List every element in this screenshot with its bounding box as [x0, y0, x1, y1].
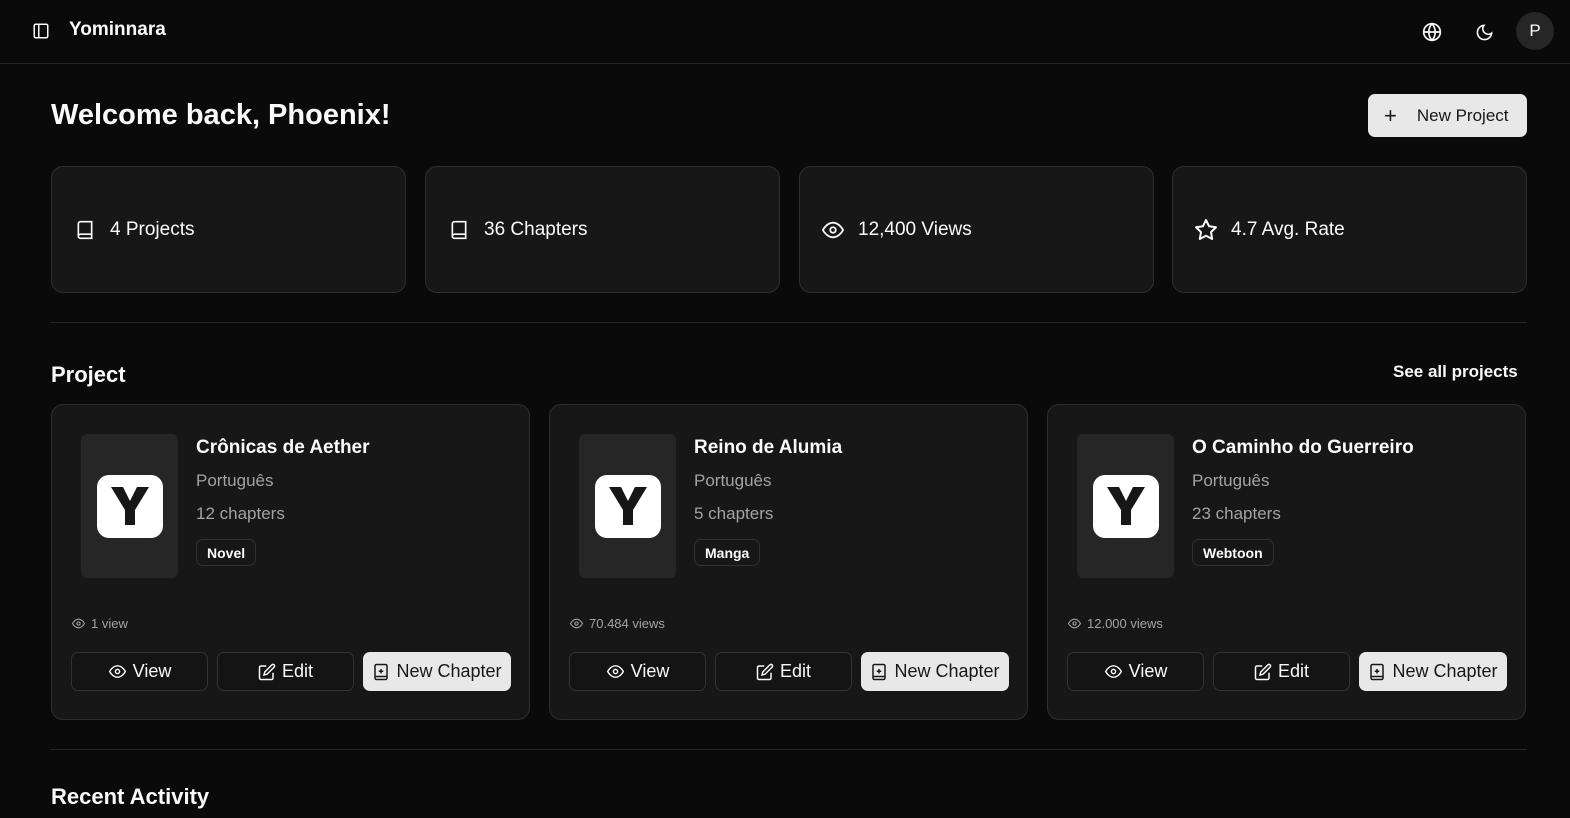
section-title-recent-activity: Recent Activity [51, 784, 210, 809]
edit-button[interactable]: Edit [715, 652, 852, 691]
app-name: Yominnara [69, 19, 166, 40]
project-chapter-count: 12 chapters [196, 504, 285, 523]
project-type-badge: Manga [694, 539, 761, 566]
view-button[interactable]: View [569, 652, 706, 691]
edit-icon [258, 663, 276, 680]
eye-icon [821, 218, 845, 242]
project-card: Reino de Alumia Português 5 chapters Man… [549, 404, 1028, 720]
book-plus-icon [374, 663, 389, 680]
see-all-projects-link[interactable]: See all projects [1393, 362, 1518, 382]
views-label: 1 view [91, 616, 128, 631]
moon-icon[interactable] [1468, 16, 1500, 48]
views-label: 12.000 views [1087, 616, 1163, 631]
view-label: View [132, 661, 172, 681]
eye-icon [1067, 618, 1082, 629]
new-chapter-label: New Chapter [1392, 661, 1498, 681]
new-chapter-button[interactable]: New Chapter [861, 652, 1009, 691]
book-plus-icon [872, 663, 887, 680]
project-cover [579, 434, 676, 578]
stat-card-chapters: 36 Chapters [425, 166, 780, 293]
stat-card-views: 12,400 Views [799, 166, 1154, 293]
edit-icon [756, 663, 774, 680]
avatar[interactable]: P [1516, 12, 1554, 50]
project-title[interactable]: Reino de Alumia [694, 437, 842, 459]
project-chapter-count: 23 chapters [1192, 504, 1281, 523]
project-card: Crônicas de Aether Português 12 chapters… [51, 404, 530, 720]
project-cover [81, 434, 178, 578]
star-icon [1194, 218, 1218, 242]
stat-card-rating: 4.7 Avg. Rate [1172, 166, 1527, 293]
project-views: 12.000 views [1067, 616, 1163, 631]
new-chapter-label: New Chapter [396, 661, 502, 681]
divider [51, 322, 1527, 323]
new-chapter-label: New Chapter [894, 661, 1000, 681]
project-language: Português [1192, 471, 1270, 490]
new-chapter-button[interactable]: New Chapter [363, 652, 511, 691]
edit-icon [1254, 663, 1272, 680]
project-cover [1077, 434, 1174, 578]
sidebar-toggle-icon[interactable] [28, 18, 54, 44]
view-label: View [1128, 661, 1168, 681]
stat-label: 4.7 Avg. Rate [1231, 218, 1345, 240]
globe-icon[interactable] [1416, 16, 1448, 48]
eye-icon [108, 665, 126, 678]
project-type-badge: Novel [196, 539, 257, 566]
logo-icon [1092, 474, 1159, 538]
eye-icon [1104, 665, 1122, 678]
project-chapter-count: 5 chapters [694, 504, 774, 523]
stat-label: 12,400 Views [858, 218, 972, 240]
logo-icon [594, 474, 661, 538]
edit-button[interactable]: Edit [217, 652, 354, 691]
view-label: View [630, 661, 670, 681]
project-views: 1 view [71, 616, 128, 631]
project-type-badge: Webtoon [1192, 539, 1274, 566]
top-bar: Yominnara P [0, 0, 1570, 64]
stat-label: 36 Chapters [484, 218, 588, 240]
eye-icon [606, 665, 624, 678]
new-chapter-button[interactable]: New Chapter [1359, 652, 1507, 691]
book-icon [73, 218, 97, 242]
eye-icon [71, 618, 86, 629]
logo-icon [96, 474, 163, 538]
section-title-projects: Project [51, 362, 126, 387]
book-icon [447, 218, 471, 242]
plus-icon: + [1384, 102, 1397, 128]
view-button[interactable]: View [1067, 652, 1204, 691]
project-language: Português [196, 471, 274, 490]
divider [51, 749, 1527, 750]
edit-label: Edit [779, 661, 812, 681]
edit-label: Edit [1277, 661, 1310, 681]
book-plus-icon [1370, 663, 1385, 680]
project-card: O Caminho do Guerreiro Português 23 chap… [1047, 404, 1526, 720]
project-title[interactable]: Crônicas de Aether [196, 437, 370, 459]
stat-card-projects: 4 Projects [51, 166, 406, 293]
new-project-label: New Project [1416, 105, 1509, 125]
new-project-button[interactable]: + New Project [1368, 94, 1527, 137]
views-label: 70.484 views [589, 616, 665, 631]
edit-button[interactable]: Edit [1213, 652, 1350, 691]
project-title[interactable]: O Caminho do Guerreiro [1192, 437, 1414, 459]
edit-label: Edit [281, 661, 314, 681]
view-button[interactable]: View [71, 652, 208, 691]
project-views: 70.484 views [569, 616, 665, 631]
eye-icon [569, 618, 584, 629]
page-title: Welcome back, Phoenix! [51, 99, 391, 131]
stat-label: 4 Projects [110, 218, 195, 240]
project-language: Português [694, 471, 772, 490]
